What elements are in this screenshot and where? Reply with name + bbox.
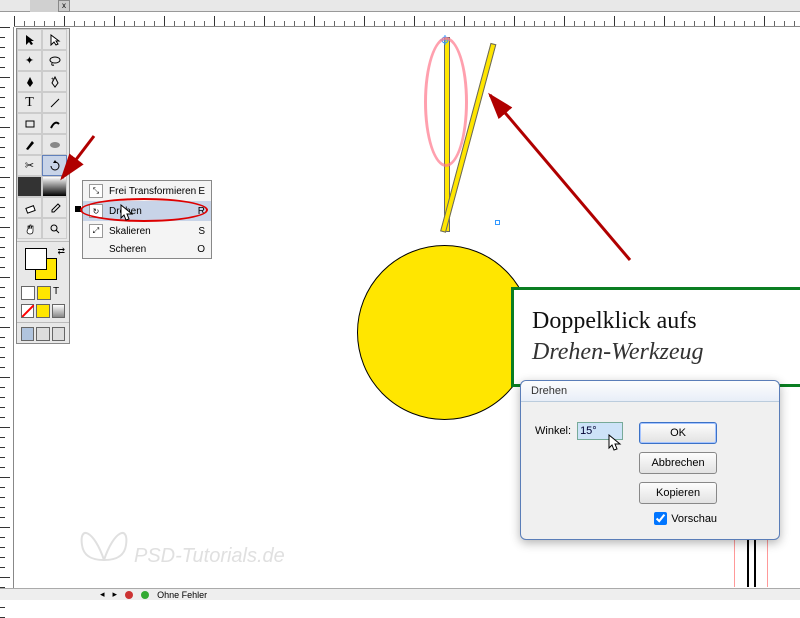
color-well[interactable]: ⇄ bbox=[17, 244, 69, 284]
color-swatch-yellow[interactable] bbox=[36, 304, 49, 318]
rotate-tool[interactable] bbox=[42, 155, 67, 176]
nav-next-icon[interactable]: ▸ bbox=[113, 589, 118, 600]
preview-checkbox-row[interactable]: Vorschau bbox=[639, 512, 717, 525]
rotation-center-icon bbox=[440, 35, 450, 45]
tool-flyout-menu: ⤡Frei Transformieren E ↻Drehen R ⤢Skalie… bbox=[82, 180, 212, 259]
flyout-item-rotate[interactable]: ↻Drehen R bbox=[83, 201, 211, 221]
screen-mode-full[interactable] bbox=[36, 327, 49, 341]
angle-label: Winkel: bbox=[535, 425, 571, 437]
preview-checkbox[interactable] bbox=[654, 512, 667, 525]
rectangle-tool[interactable] bbox=[17, 113, 42, 134]
pencil-tool[interactable] bbox=[17, 134, 42, 155]
watermark-icon bbox=[74, 520, 134, 570]
eyedropper-tool[interactable] bbox=[42, 197, 67, 218]
color-mode-gradient[interactable] bbox=[37, 286, 51, 300]
flyout-item-free-transform[interactable]: ⤡Frei Transformieren E bbox=[83, 181, 211, 201]
selection-tool[interactable] bbox=[17, 29, 42, 50]
type-indicator-icon: T bbox=[53, 286, 59, 300]
instruction-line1: Doppelklick aufs bbox=[532, 308, 782, 335]
pen-tool[interactable] bbox=[17, 71, 42, 92]
eraser-tool[interactable] bbox=[17, 197, 42, 218]
line-tool[interactable] bbox=[42, 92, 67, 113]
ellipse-tool[interactable] bbox=[42, 134, 67, 155]
svg-text:+: + bbox=[51, 77, 55, 83]
direct-selection-tool[interactable] bbox=[42, 29, 67, 50]
swatch-black-tool[interactable] bbox=[17, 176, 42, 197]
flyout-tear-off-handle[interactable] bbox=[75, 206, 81, 212]
status-dot-green bbox=[141, 591, 149, 599]
copy-button[interactable]: Kopieren bbox=[639, 482, 717, 504]
screen-mode-presentation[interactable] bbox=[52, 327, 65, 341]
selection-handle bbox=[495, 220, 500, 225]
color-mode-solid[interactable] bbox=[21, 286, 35, 300]
ruler-vertical bbox=[0, 27, 14, 588]
rotate-dialog: Drehen Winkel: OK Abbrechen Kopieren Vor… bbox=[520, 380, 780, 540]
toolbox: ✦ + T ✂ ⇄ T bbox=[16, 28, 70, 344]
swap-colors-icon[interactable]: ⇄ bbox=[57, 246, 65, 257]
status-bar: ◂ ▸ Ohne Fehler bbox=[0, 588, 800, 600]
color-swatch-grad[interactable] bbox=[52, 304, 65, 318]
free-transform-icon: ⤡ bbox=[89, 184, 103, 198]
cancel-button[interactable]: Abbrechen bbox=[639, 452, 717, 474]
status-text: Ohne Fehler bbox=[157, 590, 207, 600]
magic-wand-tool[interactable]: ✦ bbox=[17, 50, 42, 71]
app-top-edge bbox=[0, 0, 800, 12]
instruction-line2: Drehen-Werkzeug bbox=[532, 339, 782, 366]
zoom-tool[interactable] bbox=[42, 218, 67, 239]
flyout-item-shear[interactable]: Scheren O bbox=[83, 241, 211, 258]
status-dot-red bbox=[125, 591, 133, 599]
gradient-swatch-tool[interactable] bbox=[42, 176, 67, 197]
rotate-icon: ↻ bbox=[89, 204, 103, 218]
type-tool[interactable]: T bbox=[17, 92, 42, 113]
scale-icon: ⤢ bbox=[89, 224, 103, 238]
cursor-icon bbox=[120, 204, 134, 225]
shape-circle[interactable] bbox=[357, 245, 532, 420]
screen-mode-normal[interactable] bbox=[21, 327, 34, 341]
close-icon[interactable]: x bbox=[58, 0, 70, 12]
cursor-icon bbox=[608, 434, 622, 455]
color-none[interactable] bbox=[21, 304, 34, 318]
lasso-tool[interactable] bbox=[42, 50, 67, 71]
add-anchor-tool[interactable]: + bbox=[42, 71, 67, 92]
scissors-tool[interactable]: ✂ bbox=[17, 155, 42, 176]
brush-tool[interactable] bbox=[42, 113, 67, 134]
watermark-text: PSD-Tutorials.de bbox=[134, 545, 285, 568]
flyout-item-scale[interactable]: ⤢Skalieren S bbox=[83, 221, 211, 241]
instruction-callout: Doppelklick aufs Drehen-Werkzeug bbox=[511, 287, 800, 387]
dialog-title: Drehen bbox=[521, 381, 779, 402]
ruler-horizontal bbox=[14, 12, 800, 27]
stroke-color[interactable] bbox=[25, 248, 47, 270]
nav-prev-icon[interactable]: ◂ bbox=[100, 589, 105, 600]
hand-tool[interactable] bbox=[17, 218, 42, 239]
ok-button[interactable]: OK bbox=[639, 422, 717, 444]
